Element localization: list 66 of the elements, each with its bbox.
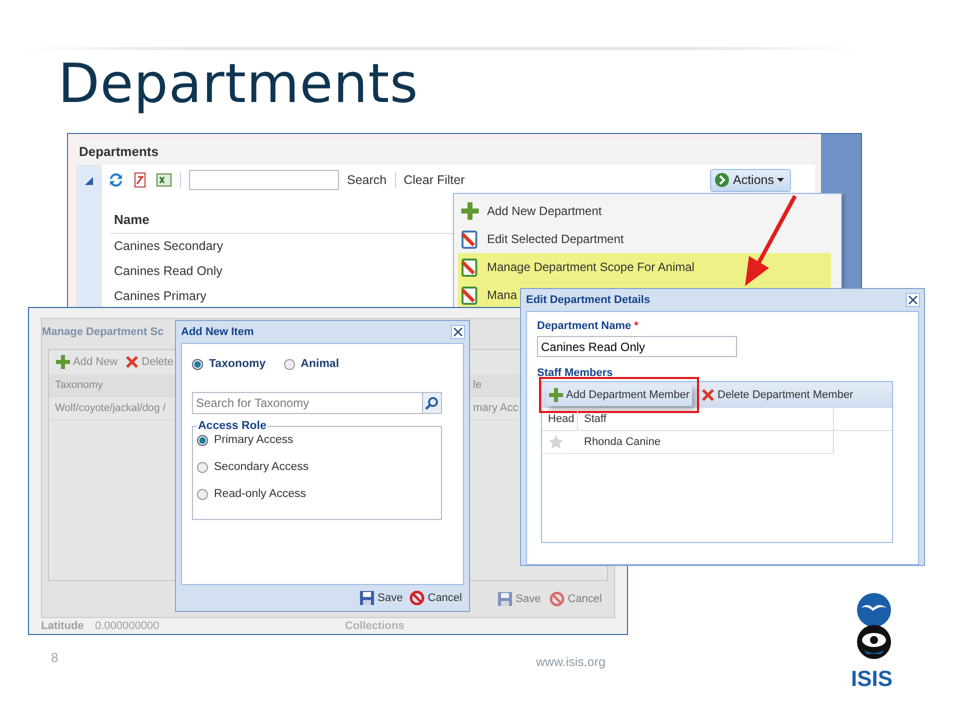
slide-title: Departments [58, 52, 418, 115]
search-icon[interactable] [425, 396, 439, 410]
toolbar-button[interactable]: Add Department Member [546, 384, 692, 406]
column-header[interactable]: Staff [578, 408, 834, 430]
toolbar-button[interactable]: Delete Department Member [698, 384, 856, 406]
spreadsheet-icon[interactable] [156, 172, 172, 188]
close-button[interactable] [906, 293, 920, 307]
save-button[interactable]: Save [358, 590, 403, 606]
radio-label: Read-only Access [214, 488, 306, 500]
dialog-title: Add New Item [181, 326, 254, 338]
radio-button[interactable] [197, 462, 208, 472]
radio-button[interactable] [284, 358, 295, 370]
plus-icon [460, 201, 480, 221]
search-button[interactable]: Search [347, 173, 387, 187]
page-number: 8 [51, 650, 58, 665]
edit-icon [460, 229, 480, 249]
actions-button[interactable]: Actions [710, 168, 791, 192]
close-button[interactable] [451, 325, 465, 339]
field-label: Latitude [41, 620, 85, 632]
radio-button[interactable] [197, 488, 208, 500]
radio-label: Taxonomy [209, 358, 266, 370]
menu-item[interactable]: Add New Department [458, 197, 831, 225]
delete-icon [124, 354, 140, 370]
column-header[interactable]: Head [542, 408, 578, 430]
table-cell: Rhonda Canine [578, 431, 834, 453]
radio-label: Primary Access [214, 434, 294, 446]
search-field[interactable] [189, 170, 339, 190]
cancel-icon [408, 590, 425, 606]
pdf-icon[interactable] [132, 172, 148, 188]
search-field[interactable]: Search for Taxonomy [192, 392, 422, 414]
menu-item[interactable]: Manage Department Scope For Animal [458, 253, 831, 281]
table-cell-text: Canines Read Only [113, 263, 224, 280]
website-url: www.isis.org [536, 655, 606, 669]
required-mark: * [634, 320, 638, 332]
radio-label: Secondary Access [214, 461, 309, 473]
collapse-icon[interactable] [85, 177, 93, 185]
table-cell: mary Acc [473, 402, 518, 414]
clear-filter-button[interactable]: Clear Filter [404, 173, 465, 187]
cancel-button[interactable]: Cancel [408, 590, 462, 606]
panel-title: Departments [76, 139, 815, 165]
delete-icon [700, 387, 716, 403]
section-title: Staff Members [537, 367, 614, 379]
table-cell-text: Canines Primary [113, 288, 208, 305]
star-icon[interactable] [548, 434, 564, 450]
dialog-title: Edit Department Details [526, 294, 650, 306]
caret-icon [777, 178, 784, 182]
menu-item[interactable]: Edit Selected Department [458, 225, 831, 253]
arrow-circle-icon [714, 172, 730, 188]
section-title: Collections [345, 620, 404, 632]
field-value: 0.000000000 [95, 620, 160, 632]
edit-icon [460, 257, 480, 277]
radio-button[interactable] [192, 358, 203, 370]
radio-label: Animal [300, 358, 340, 370]
table-cell-text: Canines Secondary [113, 238, 224, 255]
radio-button[interactable] [197, 434, 208, 446]
field-label: Department Name [537, 320, 632, 332]
department-name-field[interactable]: Canines Read Only [537, 336, 737, 357]
logo-text: ISIS [851, 666, 893, 692]
table-cell-text: Wolf/coyote/jackal/dog / [54, 402, 167, 414]
group-title: Access Role [197, 420, 268, 432]
window-title: Manage Department Sc [42, 325, 164, 340]
refresh-icon[interactable] [108, 172, 124, 188]
edit-icon [460, 285, 480, 305]
plus-icon [548, 387, 564, 403]
cancel-icon [548, 591, 565, 608]
plus-icon [55, 354, 71, 370]
